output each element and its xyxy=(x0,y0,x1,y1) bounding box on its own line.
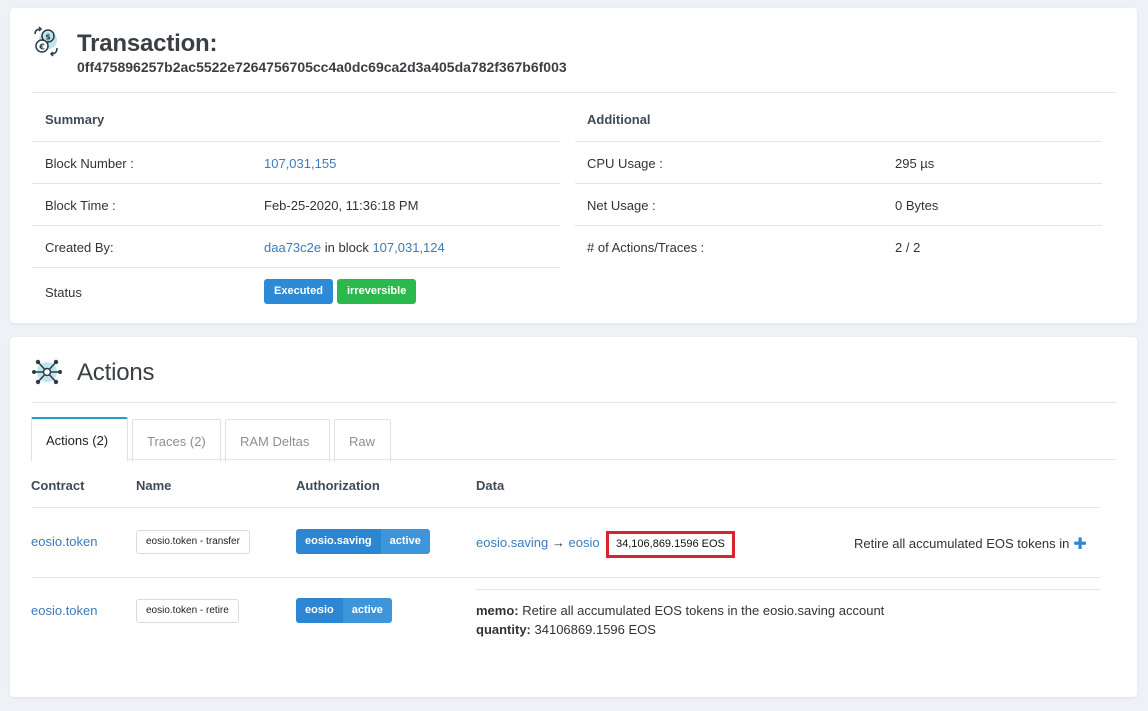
divider xyxy=(32,402,1116,403)
created-by-label: Created By: xyxy=(45,240,114,255)
column-data: Data xyxy=(476,478,505,493)
memo-label: memo: xyxy=(476,603,519,618)
column-contract: Contract xyxy=(31,478,85,493)
action-name-chip: eosio.token - retire xyxy=(136,599,239,623)
divider xyxy=(575,225,1102,226)
memo-preview-text: Retire all accumulated EOS tokens in xyxy=(854,536,1070,551)
page-title: Transaction: xyxy=(77,30,218,57)
net-usage-label: Net Usage : xyxy=(587,198,656,213)
divider xyxy=(32,141,560,142)
tab-actions[interactable]: Actions (2) xyxy=(31,417,128,461)
plus-icon[interactable]: ✚ xyxy=(1073,534,1086,554)
contract-link[interactable]: eosio.token xyxy=(31,603,98,618)
summary-heading: Summary xyxy=(45,112,105,127)
actions-count-value: 2 / 2 xyxy=(895,240,921,255)
in-block-text: in block xyxy=(324,240,369,255)
actions-count-label: # of Actions/Traces : xyxy=(587,240,705,255)
created-by-value: daa73c2e in block 107,031,124 xyxy=(264,240,445,255)
auth-actor: eosio xyxy=(296,598,343,623)
tab-traces[interactable]: Traces (2) xyxy=(132,419,221,462)
divider xyxy=(32,225,560,226)
divider xyxy=(575,183,1102,184)
created-block-link[interactable]: 107,031,124 xyxy=(372,240,444,255)
tab-raw[interactable]: Raw xyxy=(334,419,391,462)
divider xyxy=(32,267,560,268)
block-time-value: Feb-25-2020, 11:36:18 PM xyxy=(264,198,419,213)
tabs-baseline xyxy=(128,459,1116,460)
auth-permission: active xyxy=(380,529,430,554)
memo-preview: Retire all accumulated EOS tokens in ✚ xyxy=(854,534,1087,554)
auth-permission: active xyxy=(342,598,392,623)
divider xyxy=(32,577,1100,578)
status-label: Status xyxy=(45,285,82,300)
to-account-link[interactable]: eosio xyxy=(569,535,600,550)
action-name-chip: eosio.token - transfer xyxy=(136,530,250,554)
cpu-usage-label: CPU Usage : xyxy=(587,156,663,171)
column-name: Name xyxy=(136,478,172,493)
net-usage-value: 0 Bytes xyxy=(895,198,939,213)
svg-text:€: € xyxy=(38,43,45,52)
divider xyxy=(575,141,1102,142)
network-nodes-icon xyxy=(31,356,63,388)
divider xyxy=(476,589,1100,590)
divider xyxy=(32,92,1116,93)
authorization-badge[interactable]: eosio active xyxy=(296,598,392,623)
status-badge-executed: Executed xyxy=(264,279,333,304)
contract-link[interactable]: eosio.token xyxy=(31,534,98,549)
currency-exchange-icon: $ € xyxy=(30,26,62,58)
auth-actor: eosio.saving xyxy=(296,529,381,554)
quantity-highlight: 34,106,869.1596 EOS xyxy=(606,531,735,558)
divider xyxy=(32,183,560,184)
actions-title: Actions xyxy=(77,359,155,386)
transaction-card: $ € Transaction: 0ff475896257b2ac5522e72… xyxy=(10,8,1137,323)
memo-line: memo: Retire all accumulated EOS tokens … xyxy=(476,603,884,618)
tab-ram-deltas[interactable]: RAM Deltas xyxy=(225,419,330,462)
block-number-label: Block Number : xyxy=(45,156,134,171)
additional-heading: Additional xyxy=(587,112,651,127)
block-time-label: Block Time : xyxy=(45,198,116,213)
svg-text:$: $ xyxy=(45,33,51,42)
authorization-badge[interactable]: eosio.saving active xyxy=(296,529,430,554)
quantity-value: 34106869.1596 EOS xyxy=(534,622,656,637)
status-badge-irreversible: irreversible xyxy=(337,279,417,304)
transaction-hash: 0ff475896257b2ac5522e7264756705cc4a0dc69… xyxy=(77,59,567,75)
divider xyxy=(32,507,1100,508)
column-authorization: Authorization xyxy=(296,478,380,493)
from-account-link[interactable]: eosio.saving xyxy=(476,535,548,550)
arrow: → xyxy=(551,535,565,550)
memo-value: Retire all accumulated EOS tokens in the… xyxy=(522,603,885,618)
cpu-usage-value: 295 µs xyxy=(895,156,935,171)
quantity-line: quantity: 34106869.1596 EOS xyxy=(476,622,656,637)
block-number-link[interactable]: 107,031,155 xyxy=(264,156,336,171)
actions-card: Actions Actions (2) Traces (2) RAM Delta… xyxy=(10,337,1137,697)
quantity-label: quantity: xyxy=(476,622,531,637)
transfer-data: eosio.saving → eosio xyxy=(476,535,600,550)
producer-link[interactable]: daa73c2e xyxy=(264,240,321,255)
